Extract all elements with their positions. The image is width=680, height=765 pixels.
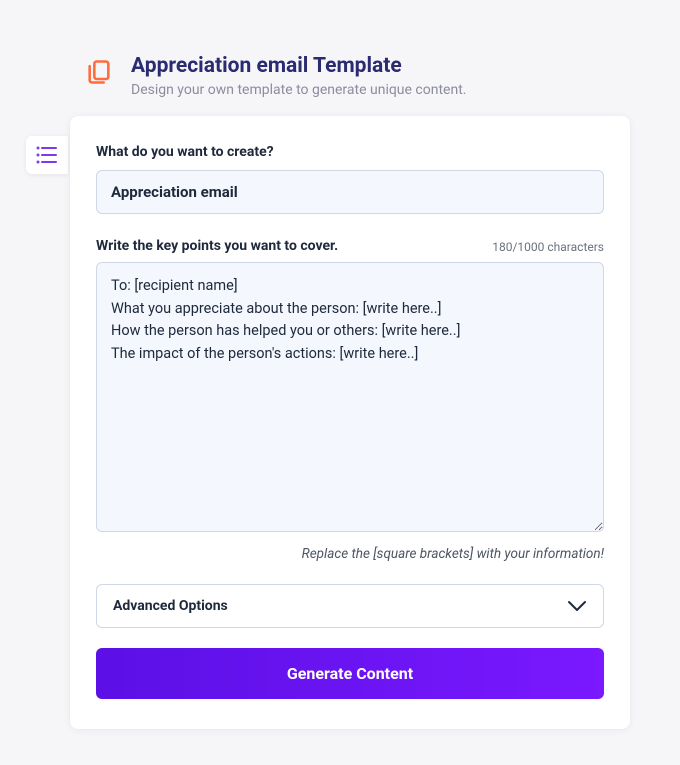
form-card: What do you want to create? Write the ke… (70, 116, 630, 729)
generate-button[interactable]: Generate Content (96, 648, 604, 699)
page-header: Appreciation email Template Design your … (0, 0, 680, 98)
helper-text: Replace the [square brackets] with your … (96, 546, 604, 562)
list-icon (36, 146, 58, 164)
create-label: What do you want to create? (96, 144, 604, 160)
chevron-down-icon (567, 600, 587, 612)
keypoints-label: Write the key points you want to cover. (96, 238, 338, 254)
side-menu-tab[interactable] (26, 136, 68, 174)
page-title: Appreciation email Template (131, 54, 466, 79)
keypoints-textarea[interactable] (96, 262, 604, 532)
page-subtitle: Design your own template to generate uni… (131, 82, 466, 98)
char-counter: 180/1000 characters (492, 240, 604, 254)
advanced-options-toggle[interactable]: Advanced Options (96, 584, 604, 628)
advanced-options-label: Advanced Options (113, 598, 228, 614)
create-input[interactable] (96, 170, 604, 214)
copy-icon (85, 58, 113, 90)
